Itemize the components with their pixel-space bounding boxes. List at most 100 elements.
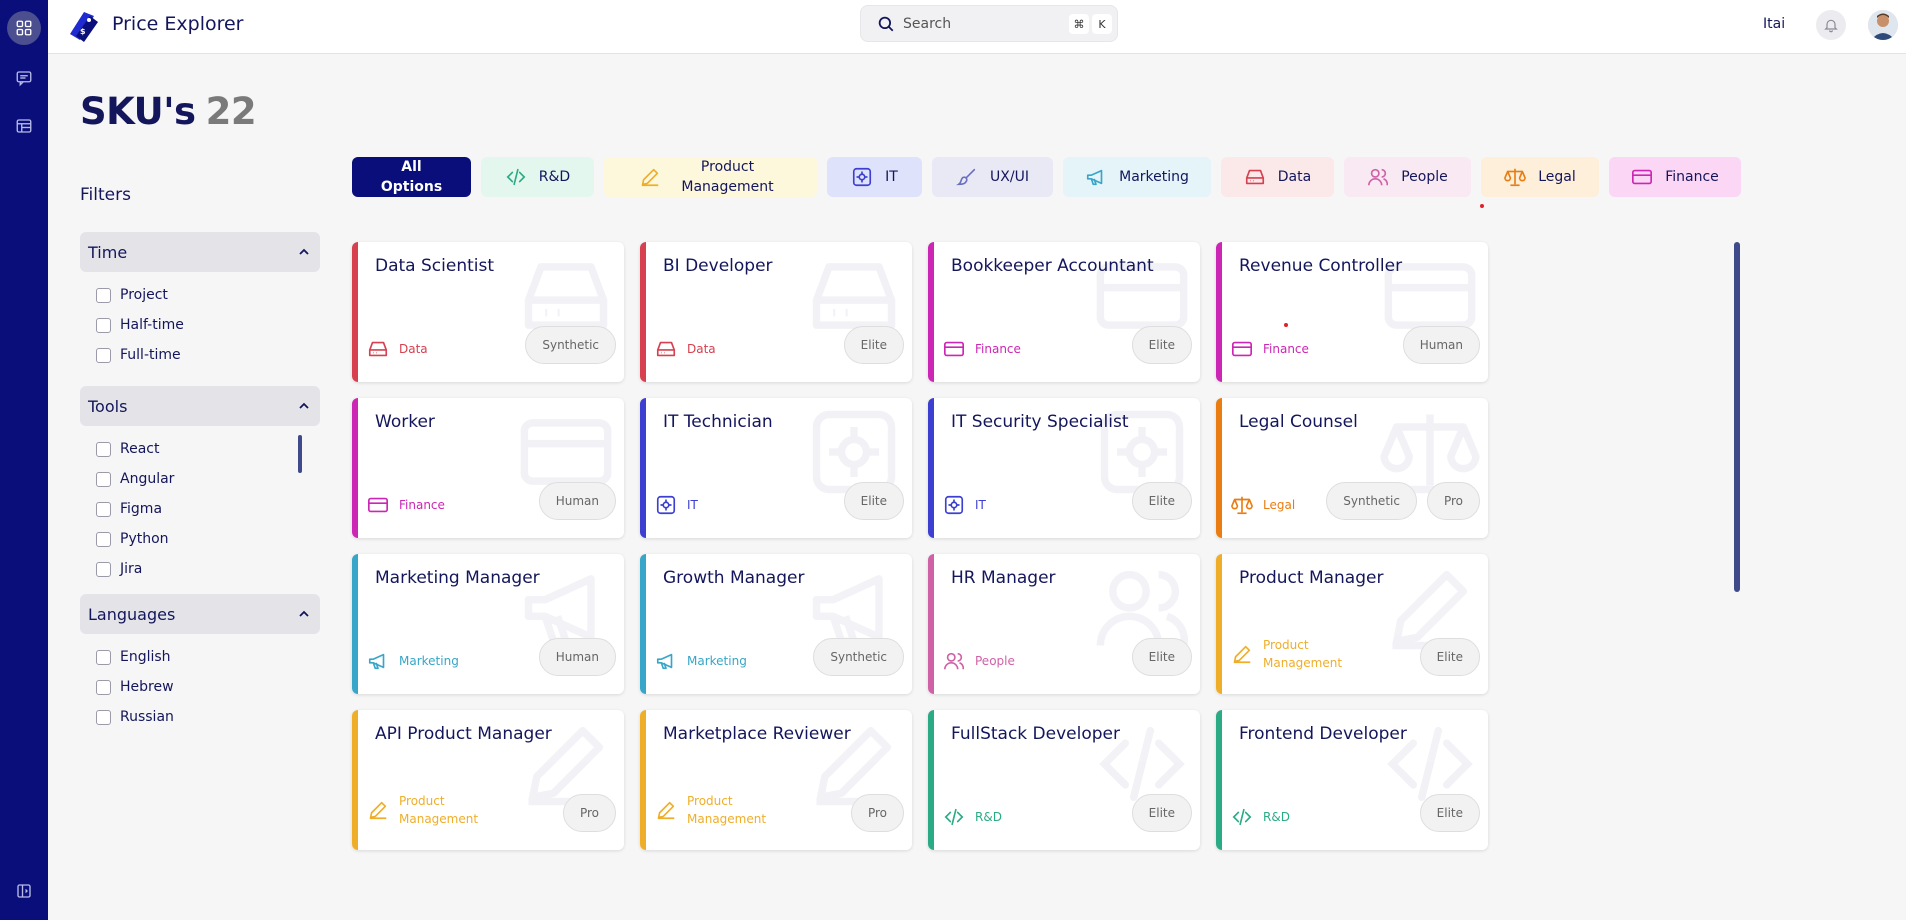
people-icon	[943, 650, 965, 672]
card-title: FullStack Developer	[951, 724, 1120, 744]
card-tags: Pro	[850, 794, 904, 832]
table-icon[interactable]	[7, 109, 41, 143]
card-icon	[367, 494, 389, 516]
filter-option-label: Figma	[120, 501, 163, 517]
sku-card[interactable]: BI Developer Data Elite	[640, 242, 912, 382]
page-title: SKU's 22	[80, 90, 257, 133]
filter-group-languages[interactable]: Languages	[80, 594, 320, 634]
checkbox[interactable]	[96, 317, 111, 333]
category-chip-people[interactable]: People	[1344, 157, 1471, 197]
filter-option-full-time[interactable]: Full-time	[96, 345, 181, 365]
checkbox[interactable]	[96, 531, 111, 547]
sku-card[interactable]: Product Manager Product Management Elite	[1216, 554, 1488, 694]
category-chip-product-management[interactable]: Product Management	[604, 157, 817, 197]
sku-card[interactable]: Worker Finance Human	[352, 398, 624, 538]
filter-group-tools[interactable]: Tools	[80, 386, 320, 426]
tier-badge: Elite	[1131, 326, 1192, 364]
checkbox[interactable]	[96, 287, 111, 303]
code-icon	[1231, 806, 1253, 828]
checkbox[interactable]	[96, 471, 111, 487]
checkbox[interactable]	[96, 649, 111, 665]
filter-option-english[interactable]: English	[96, 647, 171, 667]
dashboard-grid-icon[interactable]	[7, 11, 41, 45]
category-stripe	[352, 554, 358, 694]
sku-card[interactable]: Growth Manager Marketing Synthetic	[640, 554, 912, 694]
filter-option-python[interactable]: Python	[96, 529, 169, 549]
filter-group-time[interactable]: Time	[80, 232, 320, 272]
user-avatar[interactable]	[1868, 10, 1898, 40]
card-category-label: R&D	[1263, 810, 1290, 824]
category-stripe	[928, 554, 934, 694]
card-category: Data	[367, 338, 428, 360]
category-stripe	[640, 398, 646, 538]
category-chip-marketing[interactable]: Marketing	[1063, 157, 1211, 197]
tier-badge: Synthetic	[813, 638, 904, 676]
sku-card[interactable]: Marketplace Reviewer Product Management Pr…	[640, 710, 912, 850]
megaphone-icon	[367, 650, 389, 672]
sku-card[interactable]: API Product Manager Product Management Pro	[352, 710, 624, 850]
pencil-icon	[655, 799, 677, 821]
filter-option-russian[interactable]: Russian	[96, 707, 174, 727]
top-bar: $ Price Explorer ⌘ K Itai	[48, 0, 1906, 54]
category-stripe	[352, 242, 358, 382]
chat-icon[interactable]	[7, 61, 41, 95]
price-tag-logo-icon[interactable]: $	[64, 6, 104, 46]
tools-scrollbar[interactable]	[298, 435, 302, 473]
filter-option-angular[interactable]: Angular	[96, 469, 174, 489]
filter-option-react[interactable]: React	[96, 439, 159, 459]
sku-card[interactable]: FullStack Developer R&D Elite	[928, 710, 1200, 850]
card-title: Marketplace Reviewer	[663, 724, 851, 744]
chevron-up-icon	[299, 402, 309, 409]
card-tags: Synthetic	[813, 638, 904, 676]
sku-card[interactable]: Marketing Manager Marketing Human	[352, 554, 624, 694]
category-stripe	[928, 398, 934, 538]
category-chip-rnd[interactable]: R&D	[481, 157, 594, 197]
tier-badge: Synthetic	[1326, 482, 1417, 520]
checkbox[interactable]	[96, 441, 111, 457]
filter-option-label: Project	[120, 287, 168, 303]
filter-option-hebrew[interactable]: Hebrew	[96, 677, 174, 697]
card-category-label: Marketing	[399, 654, 459, 668]
search-box[interactable]: ⌘ K	[860, 5, 1118, 42]
card-category: Marketing	[655, 650, 747, 672]
grid-scrollbar[interactable]	[1734, 242, 1740, 592]
code-icon	[943, 806, 965, 828]
filter-option-half-time[interactable]: Half-time	[96, 315, 184, 335]
category-chip-it[interactable]: IT	[827, 157, 922, 197]
category-chip-legal[interactable]: Legal	[1481, 157, 1599, 197]
card-title: IT Security Specialist	[951, 412, 1129, 432]
checkbox[interactable]	[96, 561, 111, 577]
checkbox[interactable]	[96, 709, 111, 725]
sku-card[interactable]: Revenue Controller Finance Human	[1216, 242, 1488, 382]
filter-option-figma[interactable]: Figma	[96, 499, 162, 519]
svg-text:$: $	[80, 27, 86, 36]
card-tags: Elite	[1131, 638, 1192, 676]
tier-badge: Elite	[1131, 794, 1192, 832]
card-title: Frontend Developer	[1239, 724, 1407, 744]
sku-card[interactable]: Frontend Developer R&D Elite	[1216, 710, 1488, 850]
collapse-sidebar-icon[interactable]	[7, 874, 41, 908]
filter-option-label: Python	[120, 531, 169, 547]
filter-option-project[interactable]: Project	[96, 285, 168, 305]
filter-option-jira[interactable]: Jira	[96, 559, 142, 579]
left-rail	[0, 0, 48, 920]
card-tags: Elite	[1131, 482, 1192, 520]
sku-card[interactable]: Bookkeeper Accountant Finance Elite	[928, 242, 1200, 382]
checkbox[interactable]	[96, 679, 111, 695]
category-chip-ux-ui[interactable]: UX/UI	[932, 157, 1053, 197]
sku-card[interactable]: IT Security Specialist IT Elite	[928, 398, 1200, 538]
sku-card[interactable]: IT Technician IT Elite	[640, 398, 912, 538]
category-chip-data[interactable]: Data	[1221, 157, 1334, 197]
category-chip-all[interactable]: All Options	[352, 157, 471, 197]
sku-card[interactable]: HR Manager People Elite	[928, 554, 1200, 694]
search-input[interactable]	[903, 13, 1043, 35]
user-name[interactable]: Itai	[1763, 16, 1785, 32]
category-chip-finance[interactable]: Finance	[1609, 157, 1741, 197]
checkbox[interactable]	[96, 347, 111, 363]
sku-card[interactable]: Legal Counsel Legal Synthetic Pro	[1216, 398, 1488, 538]
card-title: API Product Manager	[375, 724, 552, 744]
card-tags: Human	[538, 638, 616, 676]
checkbox[interactable]	[96, 501, 111, 517]
notifications-bell-icon[interactable]	[1816, 10, 1846, 40]
sku-card[interactable]: Data Scientist Data Synthetic	[352, 242, 624, 382]
